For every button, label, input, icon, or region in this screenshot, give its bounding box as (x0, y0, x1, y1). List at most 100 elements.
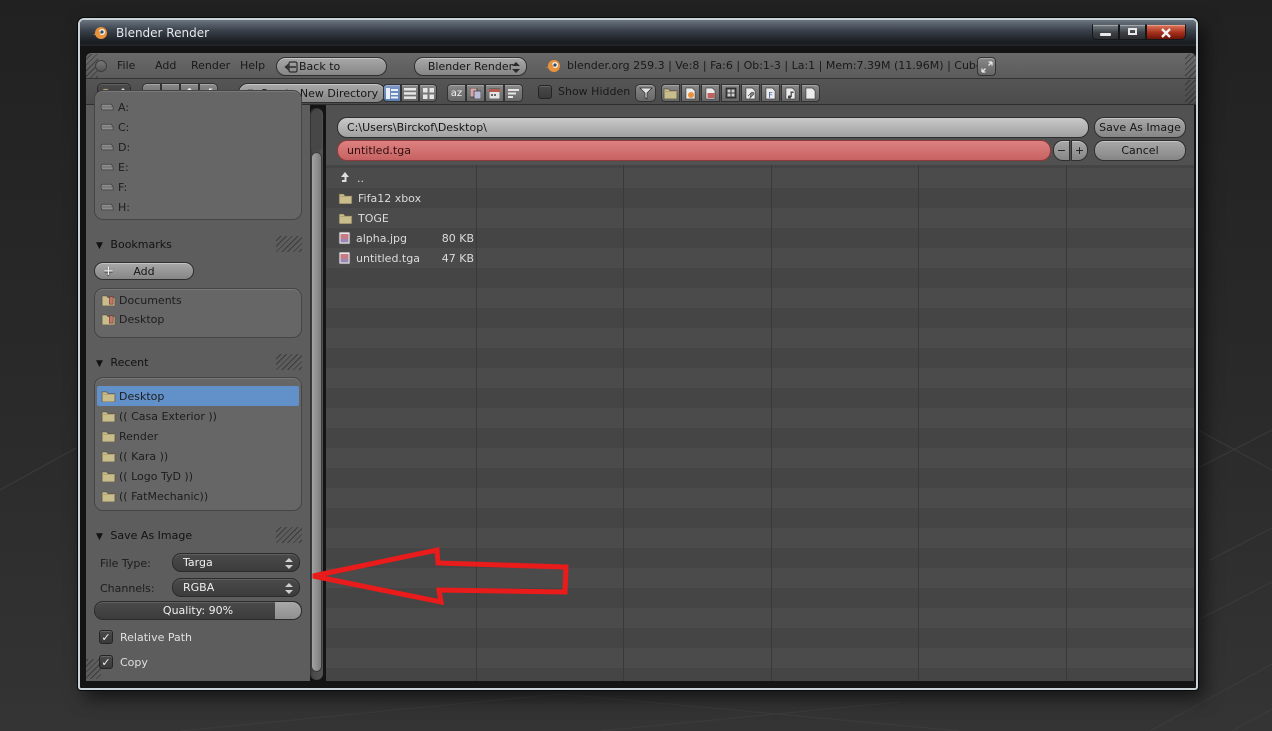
save-panel-drag-corner[interactable] (276, 527, 302, 543)
menu-file[interactable]: File (117, 53, 135, 79)
menu-help[interactable]: Help (240, 53, 265, 79)
menu-add[interactable]: Add (155, 53, 176, 79)
recent-item[interactable]: Render (95, 426, 301, 446)
drive-item[interactable]: E: (100, 157, 296, 177)
relative-path-checkbox[interactable]: ✓ (99, 630, 113, 644)
display-mode-list-button[interactable] (401, 84, 419, 102)
window-title: Blender Render (116, 26, 210, 40)
sort-extension-button[interactable] (466, 84, 485, 102)
recent-panel-header[interactable]: ▼ Recent (96, 356, 148, 369)
decrement-filename-button[interactable]: − (1053, 140, 1070, 161)
close-button[interactable] (1146, 24, 1186, 40)
recent-item[interactable]: (( Kara )) (95, 446, 301, 466)
recent-item[interactable]: (( Logo TyD )) (95, 466, 301, 486)
column-divider (918, 165, 919, 681)
render-engine-select[interactable]: Blender Render (414, 57, 527, 76)
area-corner-top-right[interactable] (1185, 54, 1196, 78)
filter-blend-button[interactable] (681, 84, 700, 102)
filter-image-button[interactable] (701, 84, 720, 102)
add-bookmark-label: Add (133, 265, 155, 278)
file-name: untitled.tga (356, 251, 420, 265)
sort-alphabetical-button[interactable]: az (447, 84, 466, 102)
file-row-folder[interactable]: Fifa12 xbox (338, 188, 474, 208)
filter-sound-button[interactable] (781, 84, 800, 102)
display-mode-thumbnails-button[interactable] (419, 84, 437, 102)
file-row-parent[interactable]: .. (338, 168, 474, 188)
bookmark-item-desktop[interactable]: Desktop (95, 309, 301, 329)
restore-icon (1128, 28, 1137, 35)
drive-label: E: (118, 160, 129, 174)
channels-select[interactable]: RGBA (172, 578, 300, 597)
filename-field[interactable]: untitled.tga (337, 140, 1051, 161)
bookmarks-panel-header[interactable]: ▼ Bookmarks (96, 238, 172, 251)
copy-label: Copy (120, 656, 148, 669)
filter-movie-button[interactable] (721, 84, 740, 102)
filter-image-icon (705, 87, 716, 100)
filter-text-button[interactable] (801, 84, 820, 102)
back-to-previous-icon (282, 61, 298, 73)
filter-toggle-button[interactable] (635, 84, 656, 102)
file-size: 80 KB (441, 231, 474, 245)
bookmark-item-documents[interactable]: Documents (95, 289, 301, 309)
file-list-area[interactable]: .. Fifa12 xbox TOGE alpha.jpg 80 KB unti… (326, 165, 1194, 681)
filter-folders-button[interactable] (661, 84, 680, 102)
area-corner-bottom-left[interactable] (83, 659, 101, 679)
file-type-spinner-icon (284, 558, 293, 569)
add-bookmark-button[interactable]: + Add (94, 262, 194, 280)
bookmarks-panel-drag-corner[interactable] (276, 236, 302, 252)
column-divider (1066, 165, 1067, 681)
folder-icon (101, 390, 116, 402)
restore-button[interactable] (1119, 24, 1146, 40)
screen: Blender Render File Add Render Help Back… (0, 0, 1272, 731)
toolbar-corner-right[interactable] (1185, 80, 1196, 104)
drive-item[interactable]: H: (100, 197, 296, 217)
folder-icon (101, 450, 116, 462)
fullscreen-area-button[interactable] (977, 57, 996, 76)
window-titlebar[interactable]: Blender Render (80, 20, 1196, 46)
select-spinner-icon (511, 62, 520, 73)
recent-item[interactable]: (( FatMechanic)) (95, 486, 301, 506)
save-panel-header[interactable]: ▼ Save As Image (96, 529, 192, 542)
cancel-button[interactable]: Cancel (1094, 140, 1186, 161)
filter-font-button[interactable]: F (761, 84, 780, 102)
drive-label: F: (118, 180, 128, 194)
drive-item[interactable]: D: (100, 137, 296, 157)
file-type-select[interactable]: Targa (172, 553, 300, 572)
copy-checkbox[interactable]: ✓ (99, 655, 113, 669)
minimize-button[interactable] (1092, 24, 1119, 40)
recent-item[interactable]: (( Casa Exterior )) (95, 406, 301, 426)
file-row-image[interactable]: untitled.tga 47 KB (338, 248, 474, 268)
filter-folder-icon (663, 87, 678, 99)
directory-path-field[interactable]: C:\Users\Birckof\Desktop\ (337, 117, 1089, 138)
show-hidden-checkbox[interactable] (538, 85, 552, 99)
sort-extension-icon (470, 87, 481, 99)
recent-panel-drag-corner[interactable] (276, 354, 302, 370)
menu-render[interactable]: Render (191, 53, 230, 79)
drive-item[interactable]: F: (100, 177, 296, 197)
file-row-image[interactable]: alpha.jpg 80 KB (338, 228, 474, 248)
drive-item[interactable]: A: (100, 97, 296, 117)
save-as-image-button[interactable]: Save As Image (1094, 117, 1186, 138)
drive-item[interactable]: C: (100, 117, 296, 137)
filter-script-button[interactable] (741, 84, 760, 102)
filter-movie-icon (725, 86, 737, 100)
back-to-previous-button[interactable]: Back to Previous (276, 57, 387, 91)
quality-slider-label: Quality: 90% (162, 604, 234, 617)
scrollbar-thumb[interactable] (311, 152, 322, 672)
filter-script-icon (745, 87, 756, 100)
file-row-folder[interactable]: TOGE (338, 208, 474, 228)
sort-date-button[interactable] (485, 84, 504, 102)
column-divider (623, 165, 624, 681)
display-mode-details-button[interactable] (383, 84, 401, 102)
recent-item-selected[interactable]: Desktop (97, 386, 299, 406)
fullscreen-icon (980, 60, 994, 74)
disk-icon (100, 122, 115, 132)
quality-slider[interactable]: Quality: 90% (94, 601, 302, 620)
file-type-filter-group: F (661, 84, 820, 102)
disk-icon (100, 162, 115, 172)
image-file-icon (338, 251, 351, 265)
file-type-label: File Type: (100, 557, 151, 570)
sort-size-button[interactable] (504, 84, 523, 102)
collapse-menus-icon[interactable] (95, 60, 107, 72)
folder-icon (338, 212, 353, 224)
